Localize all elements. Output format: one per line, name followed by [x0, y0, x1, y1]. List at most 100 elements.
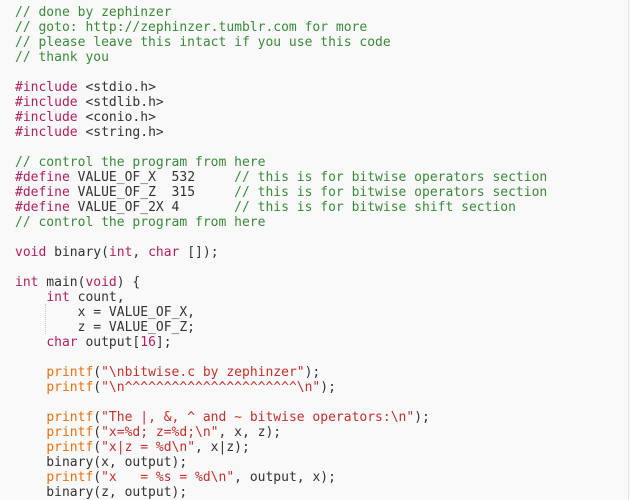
code-token: ];	[155, 335, 172, 350]
keyword-token: int	[108, 245, 133, 260]
code-line[interactable]: #include <string.h>	[15, 125, 547, 140]
code-line[interactable]: // thank you	[15, 50, 547, 65]
code-line[interactable]: ​	[15, 65, 547, 80]
code-line[interactable]: // goto: http://zephinzer.tumblr.com for…	[15, 20, 547, 35]
keyword-token: void	[85, 275, 117, 290]
code-line[interactable]: #define VALUE_OF_X 532 // this is for bi…	[15, 170, 547, 185]
function-token: printf	[46, 365, 94, 380]
code-line[interactable]: printf("x=%d; z=%d;\n", x, z);	[15, 425, 547, 440]
string-token: "\n^^^^^^^^^^^^^^^^^^^^^^\n"	[101, 380, 321, 395]
code-token: , x, z);	[218, 425, 282, 440]
code-line[interactable]: printf("x = %s = %d\n", output, x);	[15, 470, 547, 485]
code-token: VALUE_OF_2X 4	[69, 200, 235, 215]
code-token: <stdio.h>	[77, 80, 156, 95]
code-token: );	[304, 365, 321, 380]
string-token: "\nbitwise.c by zephinzer"	[101, 365, 305, 380]
code-line[interactable]: #define VALUE_OF_2X 4 // this is for bit…	[15, 200, 547, 215]
code-line[interactable]: ​	[15, 350, 547, 365]
code-line[interactable]: ​	[15, 260, 547, 275]
comment-token: // this is for bitwise operators section	[234, 170, 548, 185]
code-token: );	[414, 410, 430, 425]
string-token: "x|z = %d\n"	[101, 440, 196, 455]
code-line[interactable]: // please leave this intact if you use t…	[15, 35, 547, 50]
code-line[interactable]: ​	[15, 395, 547, 410]
code-line[interactable]: void binary(int, char []);	[15, 245, 547, 260]
code-token: x = VALUE_OF_X,	[15, 305, 196, 320]
comment-token: // control the program from here	[15, 155, 266, 170]
function-token: printf	[46, 470, 94, 485]
function-token: printf	[46, 440, 94, 455]
code-token: <conio.h>	[77, 110, 156, 125]
code-line[interactable]: ​	[15, 230, 547, 245]
comment-token: // goto: http://zephinzer.tumblr.com for…	[15, 20, 368, 35]
code-token: count,	[69, 290, 125, 305]
code-text-area[interactable]: // done by zephinzer// goto: http://zeph…	[15, 5, 547, 500]
code-token: , output, x);	[234, 470, 336, 485]
code-line[interactable]: binary(x, output);	[15, 455, 547, 470]
code-token: (	[93, 365, 102, 380]
code-token: <string.h>	[77, 125, 164, 140]
preprocessor-token: #include	[15, 80, 78, 95]
preprocessor-token: #define	[15, 185, 70, 200]
code-line[interactable]: #include <stdio.h>	[15, 80, 547, 95]
code-editor[interactable]: // done by zephinzer// goto: http://zeph…	[0, 0, 629, 500]
code-line[interactable]: z = VALUE_OF_Z;	[15, 320, 547, 335]
code-token: (	[93, 425, 102, 440]
code-line[interactable]: // done by zephinzer	[15, 5, 547, 20]
keyword-token: char	[148, 245, 180, 260]
code-token: ) {	[116, 275, 141, 290]
code-line[interactable]: printf("x|z = %d\n", x|z);	[15, 440, 547, 455]
comment-token: // this is for bitwise shift section	[234, 200, 516, 215]
code-line[interactable]: x = VALUE_OF_X,	[15, 305, 547, 320]
code-token: (	[93, 440, 102, 455]
code-token: VALUE_OF_Z 315	[69, 185, 235, 200]
code-token: , x|z);	[195, 440, 250, 455]
preprocessor-token: #include	[15, 125, 78, 140]
code-line[interactable]: #include <stdlib.h>	[15, 95, 547, 110]
code-line[interactable]: int count,	[15, 290, 547, 305]
code-token: binary(z, output);	[15, 485, 188, 500]
code-token: (	[93, 410, 102, 425]
function-token: printf	[46, 425, 94, 440]
preprocessor-token: #define	[15, 170, 70, 185]
code-line[interactable]: printf("The |, &, ^ and ~ bitwise operat…	[15, 410, 547, 425]
code-token: binary(	[46, 245, 109, 260]
code-token: main(	[38, 275, 86, 290]
comment-token: // this is for bitwise operators section	[234, 185, 548, 200]
comment-token: // thank you	[15, 50, 109, 65]
keyword-token: void	[15, 245, 47, 260]
function-token: printf	[46, 380, 94, 395]
code-line[interactable]: binary(z, output);	[15, 485, 547, 500]
code-line[interactable]: // control the program from here	[15, 155, 547, 170]
string-token: "The |, &, ^ and ~ bitwise operators:\n"	[101, 410, 415, 425]
code-line[interactable]: printf("\nbitwise.c by zephinzer");	[15, 365, 547, 380]
keyword-token: int	[46, 290, 70, 305]
code-token: <stdlib.h>	[77, 95, 164, 110]
comment-token: // please leave this intact if you use t…	[15, 35, 391, 50]
function-token: printf	[46, 410, 94, 425]
preprocessor-token: #define	[15, 200, 70, 215]
code-token: z = VALUE_OF_Z;	[15, 320, 196, 335]
code-line[interactable]: int main(void) {	[15, 275, 547, 290]
code-line[interactable]: #define VALUE_OF_Z 315 // this is for bi…	[15, 185, 547, 200]
code-line[interactable]: // control the program from here	[15, 215, 547, 230]
code-line[interactable]: char output[16];	[15, 335, 547, 350]
code-token: []);	[179, 245, 219, 260]
code-line[interactable]: ​	[15, 140, 547, 155]
keyword-token: int	[15, 275, 39, 290]
code-line[interactable]: printf("\n^^^^^^^^^^^^^^^^^^^^^^\n");	[15, 380, 547, 395]
number-token: 16	[140, 335, 156, 350]
comment-token: // control the program from here	[15, 215, 266, 230]
comment-token: // done by zephinzer	[15, 5, 172, 20]
code-line[interactable]: #include <conio.h>	[15, 110, 547, 125]
preprocessor-token: #include	[15, 95, 78, 110]
preprocessor-token: #include	[15, 110, 78, 125]
keyword-token: char	[46, 335, 78, 350]
